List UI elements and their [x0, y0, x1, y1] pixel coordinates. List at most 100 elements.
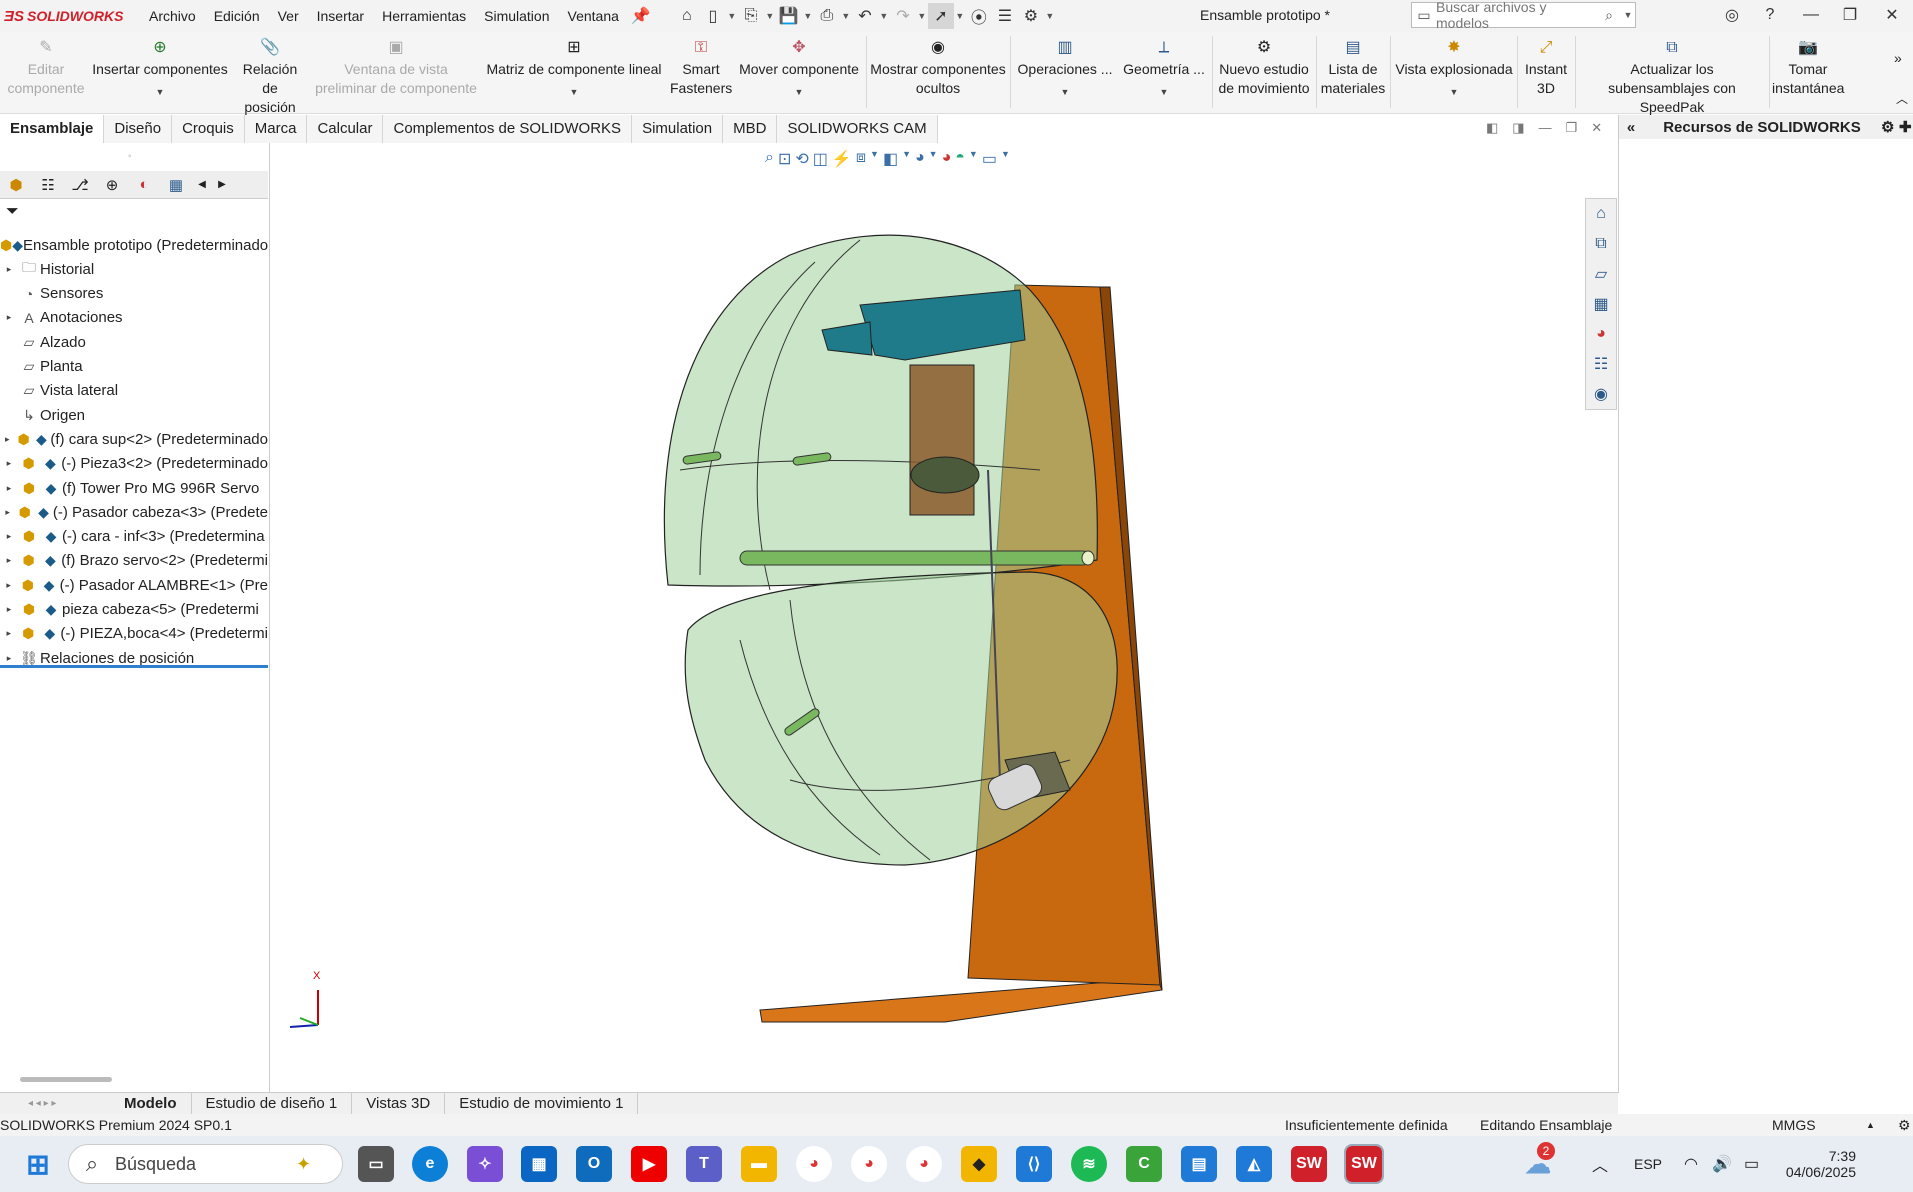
panel-splitter-handle[interactable]: ◦: [128, 151, 132, 162]
tab-diseno[interactable]: Diseño: [104, 115, 173, 143]
vscode-icon[interactable]: ⟨⟩: [1016, 1146, 1052, 1182]
solidworks-resources-home-icon[interactable]: ⌂: [1586, 199, 1616, 229]
tab-estudio-movimiento[interactable]: Estudio de movimiento 1: [445, 1092, 639, 1115]
custom-properties-icon[interactable]: ☷: [1586, 349, 1616, 379]
tab-marca[interactable]: Marca: [245, 115, 308, 143]
dimxpert-tab-icon[interactable]: ⊕: [96, 172, 128, 198]
outlook-icon[interactable]: O: [576, 1146, 612, 1182]
menu-archivo[interactable]: Archivo: [140, 0, 205, 32]
smart-fasteners-button[interactable]: ⚿ Smart Fasteners: [668, 36, 734, 98]
chrome-profile-2-icon[interactable]: ◕: [851, 1146, 887, 1182]
expand-arrow-icon[interactable]: ▸: [0, 507, 15, 518]
zoom-to-area-icon[interactable]: ⊡: [778, 149, 791, 169]
print-dropdown-icon[interactable]: ▼: [840, 11, 852, 21]
design-library-icon[interactable]: ⧉: [1586, 229, 1616, 259]
component-preview-window-button[interactable]: ▣ Ventana de vista preliminar de componen…: [312, 36, 480, 98]
hide-show-dropdown-icon[interactable]: ▼: [929, 149, 938, 169]
tab-complementos[interactable]: Complementos de SOLIDWORKS: [383, 115, 633, 143]
solidworks-logo[interactable]: ƎS SOLIDWORKS: [0, 8, 140, 25]
tab-vistas-3d[interactable]: Vistas 3D: [352, 1092, 446, 1115]
tabs-scroll-right-icon[interactable]: ▶: [212, 172, 232, 198]
youtube-icon[interactable]: ▶: [631, 1146, 667, 1182]
tab-mbd[interactable]: MBD: [723, 115, 778, 143]
close-icon[interactable]: ✕: [1874, 0, 1910, 30]
appearances-icon[interactable]: ◕: [1586, 319, 1616, 349]
hide-show-items-icon[interactable]: ◕: [915, 149, 925, 169]
tree-item[interactable]: ▸ A Anotaciones: [0, 306, 268, 330]
task-pane-options-icon[interactable]: ⚙: [1881, 118, 1899, 136]
tree-item[interactable]: ↳ Origen: [0, 403, 268, 427]
expand-arrow-icon[interactable]: ▸: [0, 628, 18, 639]
feature-manager-tab-icon[interactable]: ⬢: [0, 172, 32, 198]
tree-item[interactable]: ▸ ⬢ ◆ (-) cara - inf<3> (Predetermina: [0, 525, 268, 549]
display-manager-tab-icon[interactable]: ◐: [128, 172, 160, 198]
save-dropdown-icon[interactable]: ▼: [802, 11, 814, 21]
camtasia-icon[interactable]: C: [1126, 1146, 1162, 1182]
cam-tab-icon[interactable]: ▦: [160, 172, 192, 198]
linear-pattern-button[interactable]: ⊞ Matriz de componente lineal ▼: [480, 36, 668, 98]
dynamic-annotation-icon[interactable]: ⚡: [832, 149, 852, 169]
tree-item[interactable]: ▱ Planta: [0, 355, 268, 379]
reference-geometry-button[interactable]: ⟂ Geometría ... ▼: [1118, 36, 1210, 98]
filter-icon[interactable]: ⏷: [6, 203, 19, 221]
display-style-icon[interactable]: ◧: [883, 149, 898, 169]
move-component-dropdown-icon[interactable]: ▼: [795, 87, 804, 97]
property-manager-tab-icon[interactable]: ☷: [32, 172, 64, 198]
previous-view-icon[interactable]: ⟲: [795, 149, 808, 169]
expand-arrow-icon[interactable]: ▸: [0, 604, 18, 615]
exploded-view-button[interactable]: ✸ Vista explosionada ▼: [1392, 36, 1516, 98]
insert-components-dropdown-icon[interactable]: ▼: [156, 87, 165, 97]
show-hidden-components-button[interactable]: ◉ Mostrar componentes ocultos: [868, 36, 1008, 98]
traffic-light-icon[interactable]: ⦿: [966, 3, 992, 29]
account-icon[interactable]: ◎: [1714, 0, 1750, 30]
input-language[interactable]: ESP: [1634, 1136, 1662, 1192]
graphics-area[interactable]: X: [271, 143, 1618, 1093]
view-settings-icon[interactable]: ▭: [982, 149, 997, 169]
move-component-button[interactable]: ✥ Mover componente ▼: [734, 36, 864, 98]
new-dropdown-icon[interactable]: ▼: [726, 11, 738, 21]
tab-estudio-diseno[interactable]: Estudio de diseño 1: [192, 1092, 353, 1115]
tab-modelo[interactable]: Modelo: [110, 1092, 192, 1115]
features-dropdown-icon[interactable]: ▼: [1061, 87, 1070, 97]
take-snapshot-button[interactable]: 📷 Tomar instantánea: [1771, 36, 1845, 98]
speedpak-button[interactable]: ⧉ Actualizar los subensamblajes con Speed…: [1577, 36, 1767, 117]
view-orientation-dropdown-icon[interactable]: ▼: [870, 149, 879, 169]
tree-item[interactable]: ▸ ⬢ ◆ pieza cabeza<5> (Predetermi: [0, 598, 268, 622]
apply-scene-icon[interactable]: ◓: [955, 149, 965, 169]
expand-arrow-icon[interactable]: ▸: [0, 434, 15, 445]
view-orientation-icon[interactable]: ⧈: [856, 149, 866, 169]
exploded-view-dropdown-icon[interactable]: ▼: [1450, 87, 1459, 97]
viewport-restore-icon[interactable]: ❐: [1566, 120, 1578, 136]
tile-left-icon[interactable]: ◧: [1486, 120, 1498, 136]
tabs-scroll-left-icon[interactable]: ◀: [192, 172, 212, 198]
expand-arrow-icon[interactable]: ▸: [0, 264, 18, 275]
pin-icon[interactable]: 📌: [628, 3, 654, 29]
chrome-profile-3-icon[interactable]: ◕: [906, 1146, 942, 1182]
spotify-icon[interactable]: ≋: [1071, 1146, 1107, 1182]
configuration-manager-tab-icon[interactable]: ⎇: [64, 172, 96, 198]
redo-dropdown-icon[interactable]: ▼: [916, 11, 928, 21]
home-icon[interactable]: ⌂: [674, 3, 700, 29]
display-style-dropdown-icon[interactable]: ▼: [902, 149, 911, 169]
instant-3d-button[interactable]: ⤢ Instant 3D: [1519, 36, 1573, 98]
menu-ventana[interactable]: Ventana: [559, 0, 628, 32]
section-view-icon[interactable]: ◫: [813, 149, 828, 169]
undo-dropdown-icon[interactable]: ▼: [878, 11, 890, 21]
edit-component-button[interactable]: ✎ Editar componente: [0, 36, 92, 98]
menu-insertar[interactable]: Insertar: [308, 0, 373, 32]
viewport-close-icon[interactable]: ✕: [1591, 120, 1602, 136]
search-input[interactable]: ▭ Buscar archivos y modelos ⌕ ▼: [1411, 0, 1636, 31]
assembly-model-view[interactable]: [271, 143, 1618, 1093]
edge-icon[interactable]: e: [412, 1146, 448, 1182]
options-dropdown-icon[interactable]: ▼: [1044, 11, 1056, 21]
collapse-ribbon-icon[interactable]: ︿: [1896, 90, 1908, 107]
linear-pattern-dropdown-icon[interactable]: ▼: [570, 87, 579, 97]
file-explorer-taskbar-icon[interactable]: ▬: [741, 1146, 777, 1182]
teams-icon[interactable]: T: [686, 1146, 722, 1182]
tree-item[interactable]: ▸ 🗀 Historial: [0, 257, 268, 281]
save-icon[interactable]: 💾: [776, 3, 802, 29]
expand-arrow-icon[interactable]: ▸: [0, 531, 18, 542]
expand-arrow-icon[interactable]: ▸: [0, 653, 18, 664]
tab-scroll-buttons[interactable]: ◂ ◂ ▸ ▸: [0, 1098, 110, 1109]
search-dropdown-icon[interactable]: ▼: [1621, 10, 1635, 20]
